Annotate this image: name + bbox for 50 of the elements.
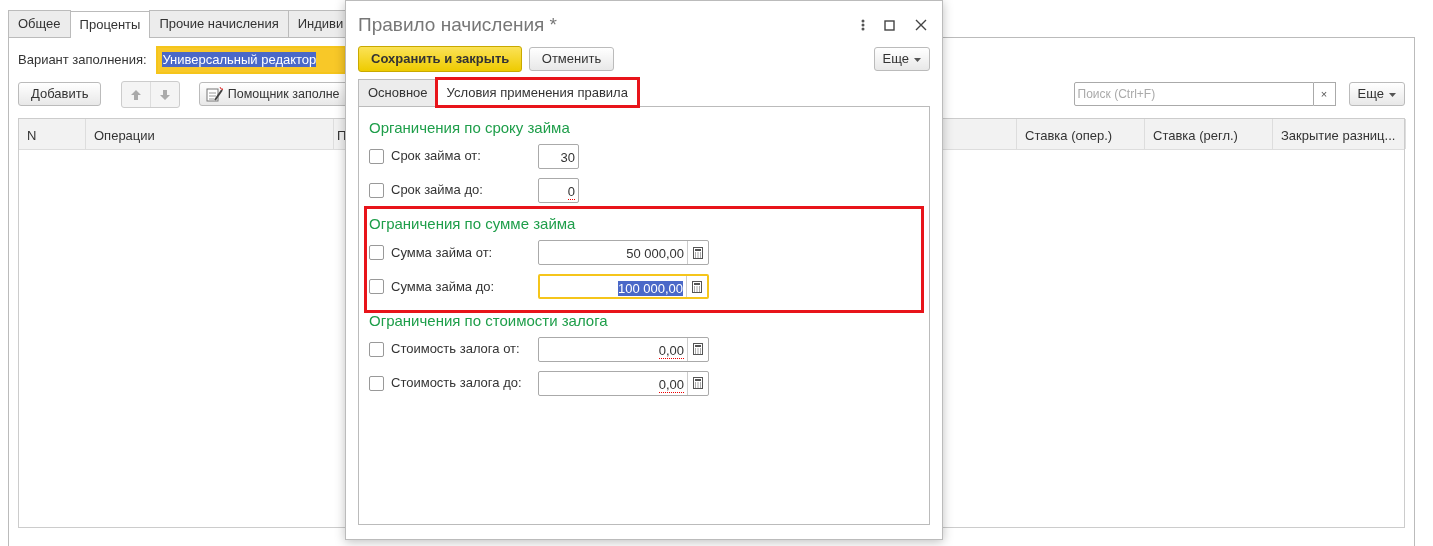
checkbox[interactable] <box>369 341 384 357</box>
maximize-icon[interactable] <box>884 19 896 31</box>
column-header[interactable]: Операции <box>86 119 334 149</box>
section-title: Органичения по сроку займа <box>369 117 571 138</box>
number-field[interactable]: 0,00 <box>538 370 709 396</box>
field-label: Сумма займа от: <box>391 243 494 262</box>
checkbox[interactable] <box>369 279 384 294</box>
section-title: Ограничения по стоимости залога <box>369 310 609 331</box>
number-field[interactable]: 50 000,00 <box>538 240 709 265</box>
checkbox[interactable] <box>369 375 384 391</box>
calculator-icon[interactable] <box>693 343 703 355</box>
column-header[interactable]: Ставка (регл.) <box>1145 119 1273 149</box>
tab[interactable]: Основное <box>358 78 438 106</box>
tab[interactable]: Прочие начисления <box>149 10 289 37</box>
add-button[interactable]: Добавить <box>18 82 102 107</box>
checkbox[interactable] <box>369 148 384 164</box>
number-field[interactable]: 30 <box>538 143 579 169</box>
section-title: Ограничения по сумме займа <box>369 214 577 234</box>
save-close-button[interactable]: Сохранить и закрыть <box>358 46 523 72</box>
more-button[interactable]: Еще <box>873 47 930 71</box>
more-button[interactable]: Еще <box>1348 82 1405 107</box>
number-field[interactable]: 100 000,00 <box>538 274 709 299</box>
cancel-button[interactable]: Отменить <box>528 47 615 71</box>
field-label: Сумма займа до: <box>391 277 496 296</box>
caret-icon <box>914 57 921 62</box>
column-header[interactable]: Ставка (опер.) <box>1017 119 1145 149</box>
fill-variant-field[interactable]: Универсальный редактор <box>156 46 347 74</box>
caret-icon <box>1389 92 1396 97</box>
field-label: Вариант заполнения: <box>18 51 147 70</box>
calculator-icon[interactable] <box>693 246 703 259</box>
field-label: Стоимость залога до: <box>391 374 523 393</box>
tab[interactable]: Общее <box>8 10 71 37</box>
number-field[interactable]: 0,00 <box>538 336 709 362</box>
checkbox[interactable] <box>369 245 384 260</box>
clear-button[interactable]: × <box>1313 82 1336 107</box>
field-label: Стоимость залога от: <box>391 340 521 359</box>
checkbox[interactable] <box>369 182 384 198</box>
close-icon[interactable] <box>914 19 927 32</box>
number-field[interactable]: 0 <box>538 177 579 203</box>
tab[interactable]: Условия применения правила <box>436 78 638 106</box>
calculator-icon[interactable] <box>692 280 702 293</box>
column-header[interactable]: N <box>19 119 86 149</box>
field-label: Срок займа от: <box>391 147 482 166</box>
dialog-title: Правило начисления * <box>358 13 558 37</box>
search-field[interactable]: Поиск (Ctrl+F) <box>1073 82 1314 107</box>
field-label: Срок займа до: <box>391 181 484 200</box>
tab[interactable]: Проценты <box>69 11 151 38</box>
more-options-icon[interactable] <box>860 19 865 32</box>
calculator-icon[interactable] <box>693 377 703 389</box>
column-header[interactable]: Закрытие разниц... <box>1273 119 1406 149</box>
